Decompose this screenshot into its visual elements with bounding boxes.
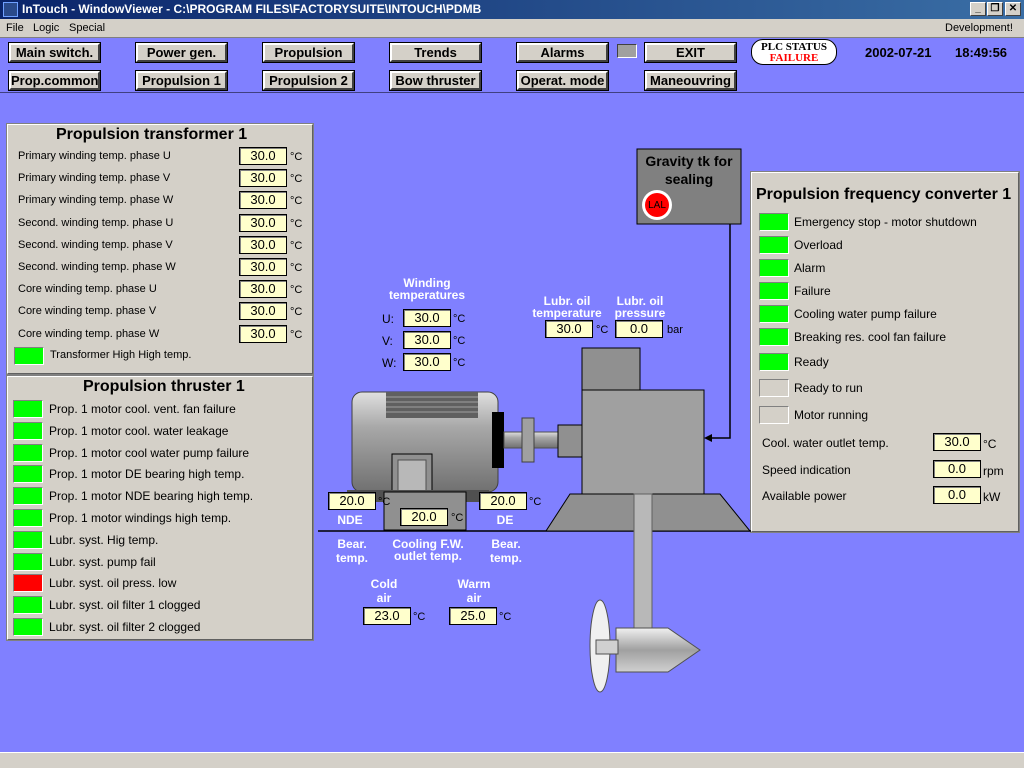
winding-w-unit: °C bbox=[453, 357, 466, 369]
cold-air-value: 23.0 bbox=[363, 607, 411, 625]
lubr-temp-value: 30.0 bbox=[545, 320, 593, 338]
lubr-press-title-line2: pressure bbox=[614, 306, 666, 320]
lal-label: LAL bbox=[648, 200, 666, 211]
lubr-temp-title-line2: temperature bbox=[532, 306, 602, 320]
cooling-fw-title: Cooling F.W. outlet temp. bbox=[386, 538, 470, 562]
propeller-hub bbox=[595, 639, 619, 655]
bearing-nde-label: NDE bbox=[337, 513, 363, 527]
winding-title: Winding temperatures bbox=[380, 277, 474, 301]
winding-u-label: U: bbox=[382, 312, 394, 326]
gearbox-input bbox=[557, 424, 585, 458]
thruster-pod bbox=[615, 627, 701, 673]
warm-air-title-line1: Warm bbox=[457, 577, 491, 591]
cooling-fw-value: 20.0 bbox=[400, 508, 448, 526]
bearing-nde-temp-line1: Bear. bbox=[337, 537, 367, 551]
cold-air-unit: °C bbox=[413, 611, 426, 623]
winding-v-unit: °C bbox=[453, 335, 466, 347]
gearbox-top bbox=[581, 347, 641, 391]
lubr-temp-title: Lubr. oil temperature bbox=[528, 295, 606, 319]
bearing-nde-unit: °C bbox=[378, 496, 391, 508]
bearing-de-label: DE bbox=[496, 513, 514, 527]
warm-air-title-line2: air bbox=[466, 591, 482, 605]
gearbox-body bbox=[581, 389, 705, 495]
bearing-nde-value: 20.0 bbox=[328, 492, 376, 510]
cooling-fw-title-line2: outlet temp. bbox=[394, 549, 462, 563]
lubr-press-value: 0.0 bbox=[615, 320, 663, 338]
cold-air-title-line2: air bbox=[376, 591, 392, 605]
winding-v-label: V: bbox=[382, 334, 393, 348]
winding-title-line2: temperatures bbox=[388, 288, 466, 302]
winding-w-label: W: bbox=[382, 356, 397, 370]
gravity-tank-title-line2: sealing bbox=[664, 171, 714, 187]
bearing-de-temp-title: Bear. temp. bbox=[484, 538, 528, 564]
bearing-de-temp-line2: temp. bbox=[489, 551, 522, 565]
thruster-shaft bbox=[633, 493, 653, 631]
motor-fins bbox=[386, 392, 478, 418]
gravity-tank-title-line1: Gravity tk for bbox=[645, 153, 733, 169]
motor-flange bbox=[492, 412, 504, 468]
winding-u-value: 30.0 bbox=[403, 309, 451, 327]
shaft-coupling bbox=[521, 417, 535, 463]
status-bar bbox=[0, 752, 1024, 768]
lubr-press-unit: bar bbox=[667, 324, 683, 336]
gravity-tank-title: Gravity tk for sealing bbox=[637, 152, 741, 188]
lubr-press-title: Lubr. oil pressure bbox=[608, 295, 672, 319]
bearing-nde-temp-title: Bear. temp. bbox=[330, 538, 374, 564]
warm-air-unit: °C bbox=[499, 611, 512, 623]
winding-v-value: 30.0 bbox=[403, 331, 451, 349]
propulsion-diagram bbox=[318, 148, 752, 693]
lubr-temp-unit: °C bbox=[596, 324, 609, 336]
cold-air-title: Cold air bbox=[364, 578, 404, 604]
warm-air-title: Warm air bbox=[452, 578, 496, 604]
warm-air-value: 25.0 bbox=[449, 607, 497, 625]
bearing-nde-temp-line2: temp. bbox=[335, 551, 368, 565]
gravity-tank-arrow bbox=[704, 434, 712, 442]
cooling-fw-unit: °C bbox=[451, 512, 464, 524]
winding-u-unit: °C bbox=[453, 313, 466, 325]
cold-air-title-line1: Cold bbox=[370, 577, 398, 591]
bearing-de-temp-line1: Bear. bbox=[491, 537, 521, 551]
winding-w-value: 30.0 bbox=[403, 353, 451, 371]
bearing-de-value: 20.0 bbox=[479, 492, 527, 510]
bearing-de-unit: °C bbox=[529, 496, 542, 508]
gravity-tank-pipe bbox=[707, 224, 731, 439]
